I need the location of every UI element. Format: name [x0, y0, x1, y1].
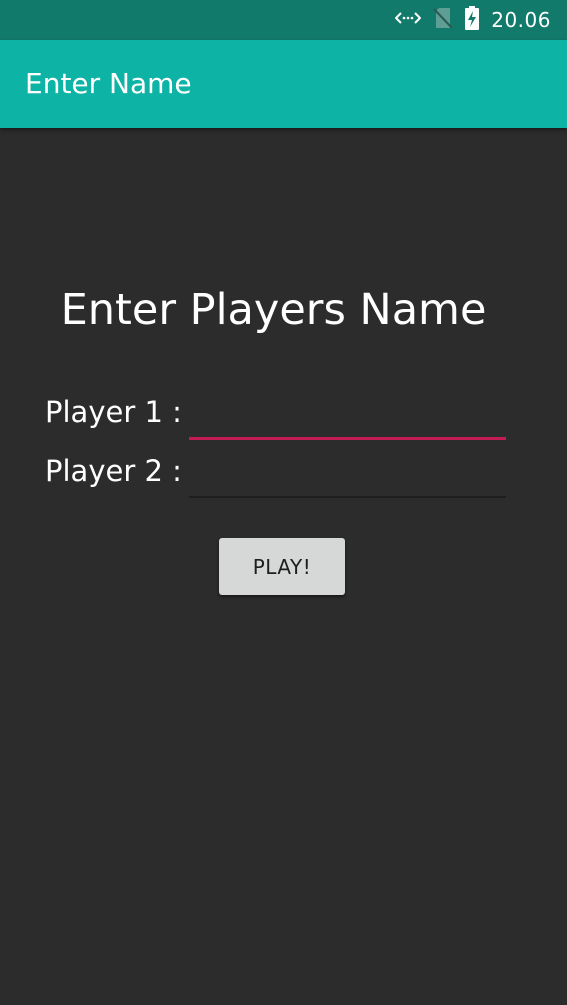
status-icons: 20.06 — [394, 0, 551, 40]
battery-charging-icon — [465, 6, 480, 34]
data-transfer-icon — [394, 9, 422, 31]
app-bar: Enter Name — [0, 40, 567, 128]
player1-label: Player 1 : — [45, 395, 182, 429]
player2-input[interactable] — [189, 454, 506, 494]
play-button[interactable]: PLAY! — [219, 538, 345, 595]
page-heading: Enter Players Name — [60, 285, 487, 335]
status-bar: 20.06 — [0, 0, 567, 40]
player2-underline — [189, 496, 506, 498]
player1-underline — [189, 437, 506, 440]
status-time: 20.06 — [491, 8, 551, 32]
player1-input[interactable] — [189, 395, 506, 435]
no-sim-icon — [433, 7, 453, 33]
app-title: Enter Name — [25, 67, 192, 100]
player2-label: Player 2 : — [45, 454, 182, 488]
